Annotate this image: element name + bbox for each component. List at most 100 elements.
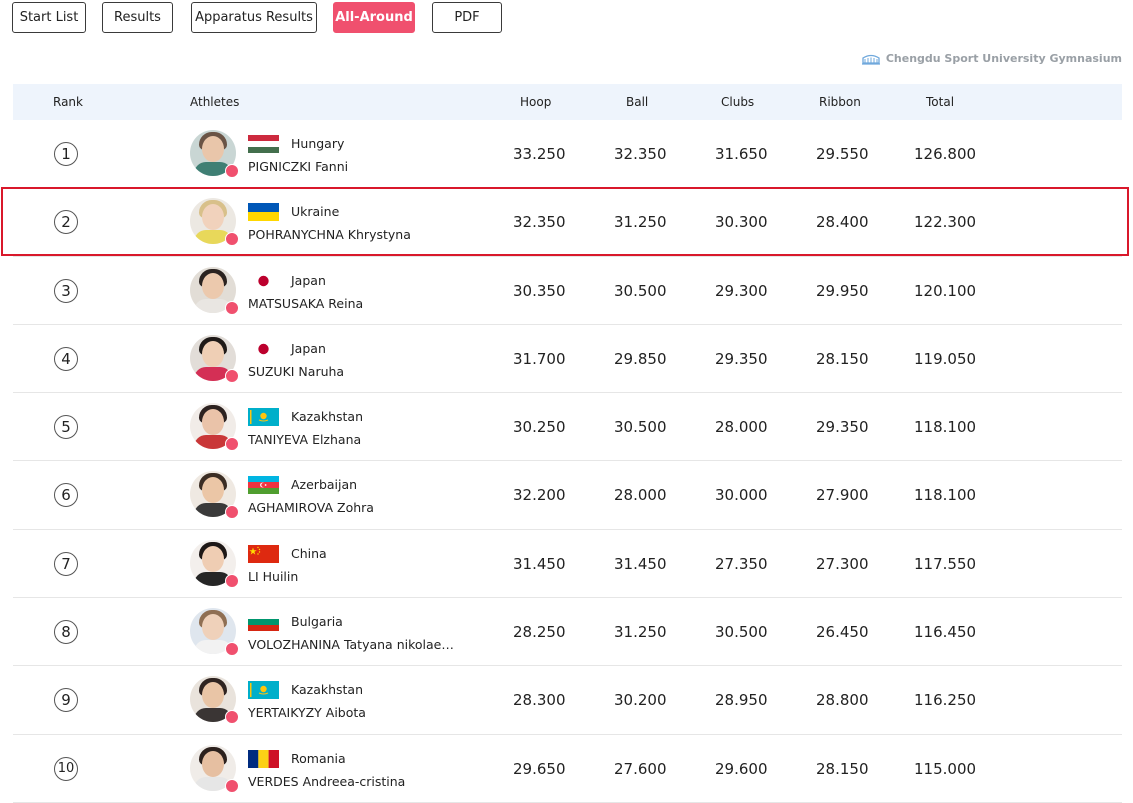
profile-badge-icon xyxy=(225,710,239,725)
ukraine-flag-icon xyxy=(248,203,279,222)
venue-label: Chengdu Sport University Gymnasium xyxy=(861,52,1122,65)
ball-score: 30.500 xyxy=(614,281,667,300)
ball-score: 28.000 xyxy=(614,486,667,505)
clubs-score: 30.500 xyxy=(715,623,768,642)
stadium-icon xyxy=(861,54,880,65)
rank-badge: 2 xyxy=(54,210,78,235)
country-name: Kazakhstan xyxy=(291,682,364,698)
clubs-score: 30.000 xyxy=(715,486,768,505)
clubs-score: 29.600 xyxy=(715,759,768,778)
athlete-name[interactable]: YERTAIKYZY Aibota xyxy=(248,705,366,720)
profile-badge-icon xyxy=(225,505,239,520)
total-score: 119.050 xyxy=(914,349,977,368)
table-row[interactable]: 4 Japan SUZUKI Naruha 31.700 29.850 29.350 28.… xyxy=(13,325,1122,394)
col-athletes: Athletes xyxy=(190,95,240,109)
table-row[interactable]: 2 Ukraine POHRANYCHNA Khrystyna 32.350 31.25… xyxy=(13,188,1122,257)
profile-badge-icon xyxy=(225,437,239,452)
hoop-score: 31.450 xyxy=(513,554,566,573)
table-row[interactable]: 8 Bulgaria VOLOZHANINA Tatyana nikolae… 28.… xyxy=(13,598,1122,667)
country-name: Romania xyxy=(291,750,346,766)
athlete-name[interactable]: AGHAMIROVA Zohra xyxy=(248,500,374,515)
china-flag-icon xyxy=(248,544,279,563)
profile-badge-icon xyxy=(225,232,239,247)
hoop-score: 29.650 xyxy=(513,759,566,778)
country-name: Ukraine xyxy=(291,204,340,220)
clubs-score: 31.650 xyxy=(715,145,768,163)
ball-score: 30.200 xyxy=(614,691,667,710)
hoop-score: 30.250 xyxy=(513,418,566,437)
japan-flag-icon xyxy=(248,271,279,290)
table-header: Rank Athletes Hoop Ball Clubs Ribbon Tot… xyxy=(13,84,1122,120)
country-name: Japan xyxy=(291,340,326,356)
table-row[interactable]: 1 Hungary PIGNICZKI Fanni 33.250 32.350 31.65… xyxy=(13,120,1122,189)
ribbon-score: 28.150 xyxy=(816,349,869,368)
col-ribbon: Ribbon xyxy=(819,95,861,109)
ball-score: 32.350 xyxy=(614,145,667,163)
ribbon-score: 26.450 xyxy=(816,623,869,642)
country-name: China xyxy=(291,545,327,561)
hoop-score: 30.350 xyxy=(513,281,566,300)
hoop-score: 32.350 xyxy=(513,213,566,232)
ribbon-score: 27.300 xyxy=(816,554,869,573)
rank-badge: 1 xyxy=(54,142,78,166)
table-row[interactable]: 7 China LI Huilin 31.450 31.450 27.350 27.300 1… xyxy=(13,530,1122,599)
table-row[interactable]: 5 Kazakhstan TANIYEVA Elzhana 30.250 30.500 2… xyxy=(13,393,1122,462)
japan-flag-icon xyxy=(248,339,279,358)
clubs-score: 29.350 xyxy=(715,349,768,368)
azerbaijan-flag-icon xyxy=(248,476,279,495)
ribbon-score: 29.550 xyxy=(816,145,869,163)
ribbon-score: 28.150 xyxy=(816,759,869,778)
athlete-name[interactable]: PIGNICZKI Fanni xyxy=(248,159,348,174)
athlete-name[interactable]: SUZUKI Naruha xyxy=(248,364,344,379)
ribbon-score: 29.950 xyxy=(816,281,869,300)
hoop-score: 33.250 xyxy=(513,145,566,163)
table-row[interactable]: 9 Kazakhstan YERTAIKYZY Aibota 28.300 30.200… xyxy=(13,666,1122,735)
total-score: 120.100 xyxy=(914,281,977,300)
country-name: Hungary xyxy=(291,136,345,151)
athlete-name[interactable]: TANIYEVA Elzhana xyxy=(248,432,361,447)
tab-pdf[interactable]: PDF xyxy=(432,2,502,33)
country-name: Azerbaijan xyxy=(291,477,358,493)
table-row[interactable]: 3 Japan MATSUSAKA Reina 30.350 30.500 29.300 2… xyxy=(13,257,1122,325)
total-score: 116.250 xyxy=(914,691,977,710)
kazakhstan-flag-icon xyxy=(248,681,279,700)
kazakhstan-flag-icon xyxy=(248,408,279,427)
tab-all-around[interactable]: All-Around xyxy=(333,2,415,33)
profile-badge-icon xyxy=(225,164,239,178)
ribbon-score: 28.400 xyxy=(816,213,869,232)
profile-badge-icon xyxy=(225,573,239,588)
rank-badge: 9 xyxy=(54,688,78,713)
profile-badge-icon xyxy=(225,300,239,315)
athlete-name[interactable]: VOLOZHANINA Tatyana nikolae… xyxy=(248,637,454,652)
athlete-name[interactable]: POHRANYCHNA Khrystyna xyxy=(248,227,411,242)
tab-results[interactable]: Results xyxy=(102,2,173,33)
bulgaria-flag-icon xyxy=(248,613,279,632)
ribbon-score: 27.900 xyxy=(816,486,869,505)
ribbon-score: 29.350 xyxy=(816,418,869,437)
total-score: 115.000 xyxy=(914,759,977,778)
ribbon-score: 28.800 xyxy=(816,691,869,710)
hoop-score: 32.200 xyxy=(513,486,566,505)
athlete-name[interactable]: LI Huilin xyxy=(248,569,298,584)
clubs-score: 30.300 xyxy=(715,213,768,232)
rank-badge: 10 xyxy=(54,756,78,781)
tab-apparatus-results[interactable]: Apparatus Results xyxy=(191,2,317,33)
col-clubs: Clubs xyxy=(721,95,755,109)
ball-score: 31.450 xyxy=(614,554,667,573)
clubs-score: 28.000 xyxy=(715,418,768,437)
table-row[interactable]: 6 Azerbaijan AGHAMIROVA Zohra 32.200 28.000 3… xyxy=(13,461,1122,530)
table-row[interactable]: 10 Romania VERDES Andreea-cristina 29.650 27… xyxy=(13,735,1122,803)
athlete-name[interactable]: MATSUSAKA Reina xyxy=(248,296,363,311)
tab-start-list[interactable]: Start List xyxy=(12,2,86,33)
hoop-score: 28.300 xyxy=(513,691,566,710)
rank-badge: 6 xyxy=(54,483,78,508)
athlete-name[interactable]: VERDES Andreea-cristina xyxy=(248,774,405,789)
rank-badge: 4 xyxy=(54,346,78,371)
rank-badge: 8 xyxy=(54,620,78,645)
table-body: 1 Hungary PIGNICZKI Fanni 33.250 32.350 31.65… xyxy=(13,120,1122,803)
hoop-score: 31.700 xyxy=(513,349,566,368)
col-total: Total xyxy=(926,95,955,109)
ball-score: 31.250 xyxy=(614,213,667,232)
total-score: 126.800 xyxy=(914,145,977,163)
ball-score: 31.250 xyxy=(614,623,667,642)
